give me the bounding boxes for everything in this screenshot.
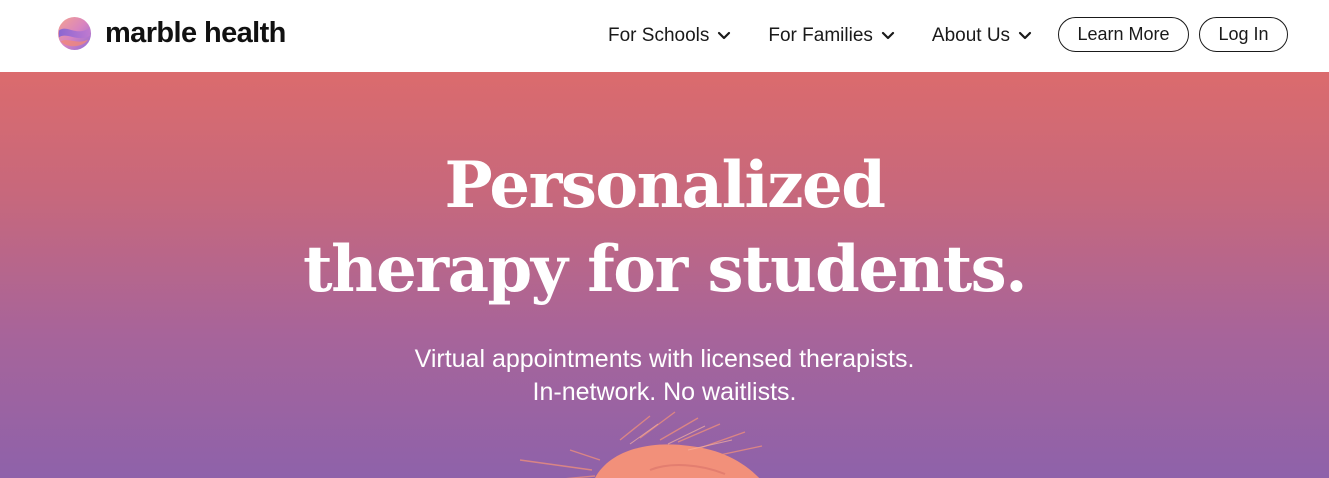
hero-headline-line-2: therapy for students.	[303, 232, 1027, 307]
nav-item-about-us[interactable]: About Us	[932, 25, 1032, 47]
hero-subtext: Virtual appointments with licensed thera…	[0, 343, 1329, 409]
marble-logo-icon	[57, 16, 92, 51]
brand-logo[interactable]: marble health	[57, 16, 286, 51]
hero-headline-line-1: Personalized	[444, 148, 887, 223]
paint-splash-illustration	[519, 411, 763, 478]
log-in-button[interactable]: Log In	[1199, 17, 1288, 52]
hero-subtext-line-1: Virtual appointments with licensed thera…	[414, 345, 915, 373]
site-header: marble health For Schools For Families A…	[0, 0, 1329, 72]
brand-name: marble health	[105, 17, 286, 49]
hero-headline: Personalized therapy for students.	[0, 144, 1329, 312]
nav-item-for-schools[interactable]: For Schools	[608, 25, 731, 47]
nav-label: For Schools	[608, 25, 710, 46]
hero-section: Personalized therapy for students. Virtu…	[0, 72, 1329, 478]
chevron-down-icon	[1018, 31, 1032, 40]
learn-more-button[interactable]: Learn More	[1058, 17, 1189, 52]
hero-subtext-line-2: In-network. No waitlists.	[532, 378, 797, 406]
nav-label: About Us	[931, 25, 1011, 46]
chevron-down-icon	[881, 31, 894, 40]
main-nav: For Schools For Families About Us	[608, 0, 1032, 72]
chevron-down-icon	[718, 31, 731, 40]
nav-label: For Families	[768, 25, 873, 46]
nav-item-for-families[interactable]: For Families	[768, 25, 895, 47]
